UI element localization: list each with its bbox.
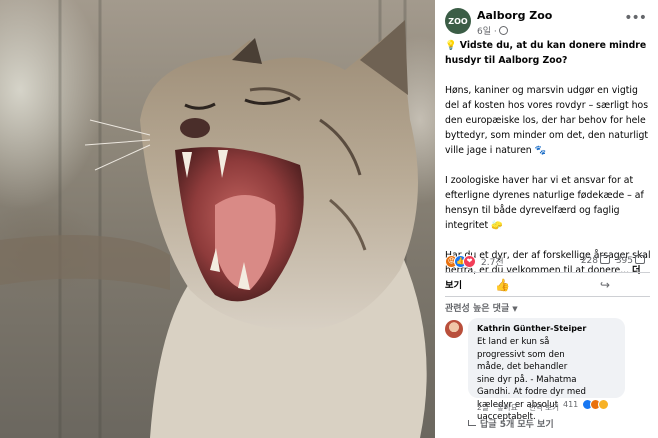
comment-bubble: Kathrin Günther-Steiper Et land er kun s… [468,318,625,422]
post-headline: 💡 Vidste du, at du kan donere mindre hus… [445,40,647,66]
reply-arrow-icon [468,420,476,426]
comment-reactions[interactable]: 411 [563,399,609,410]
page-avatar[interactable]: ZOO [445,8,471,34]
share-count-value: 395 [615,256,633,266]
divider [445,296,650,297]
lynx-photo-illustration [0,0,427,438]
comment-reaction-count: 411 [563,400,579,409]
post-paragraph-1: Høns, kaniner og marsvin udgør en vigtig… [445,85,649,156]
comment-time[interactable]: 2일 [477,402,489,413]
post-paragraph-2: I zoologiske haver har vi et ansvar for … [445,175,644,231]
share-button[interactable]: ↪ [600,278,610,292]
post-panel: ZOO Aalborg Zoo 6일 · ••• 💡 Vidste du, at… [435,0,658,438]
comment-filter-dropdown[interactable]: 관련성 높은 댓글 ▼ [445,301,518,314]
haha-reaction-icon [597,399,609,410]
post-time[interactable]: 6일 · [477,27,497,37]
comment-icon [600,255,610,264]
share-count[interactable]: 395 [616,255,645,266]
comment-count-value: 228 [580,256,598,266]
post-actions: 👍 ↪ [445,276,650,296]
reaction-icons[interactable]: 😡👍 ❤ [445,255,476,268]
comment-author[interactable]: Kathrin Günther-Steiper [477,324,586,333]
comment-like-button[interactable]: 좋아요 [497,402,518,413]
translate-link[interactable]: 번역 보기 [529,402,559,413]
share-icon [635,255,645,264]
post-timestamp[interactable]: 6일 · [477,24,508,37]
comment-filter-label: 관련성 높은 댓글 [445,304,510,314]
post-photo[interactable] [0,0,435,438]
comment-count[interactable]: 228 [581,255,610,266]
divider [445,272,650,273]
view-replies-label: 답글 5개 모두 보기 [480,420,554,430]
like-button[interactable]: 👍 [495,278,510,292]
more-options-icon[interactable]: ••• [624,10,647,26]
post-header: ZOO Aalborg Zoo 6일 · ••• [445,8,650,37]
chevron-down-icon: ▼ [512,305,518,313]
view-replies-link[interactable]: 답글 5개 모두 보기 [468,417,554,430]
love-reaction-icon: ❤ [463,255,476,268]
page-name-link[interactable]: Aalborg Zoo [477,9,552,22]
commenter-avatar[interactable] [445,320,463,338]
reaction-count[interactable]: 2.7천 [481,255,504,268]
globe-icon [498,26,508,35]
post-stats: 😡👍 ❤ 2.7천 228 395 [445,254,650,268]
